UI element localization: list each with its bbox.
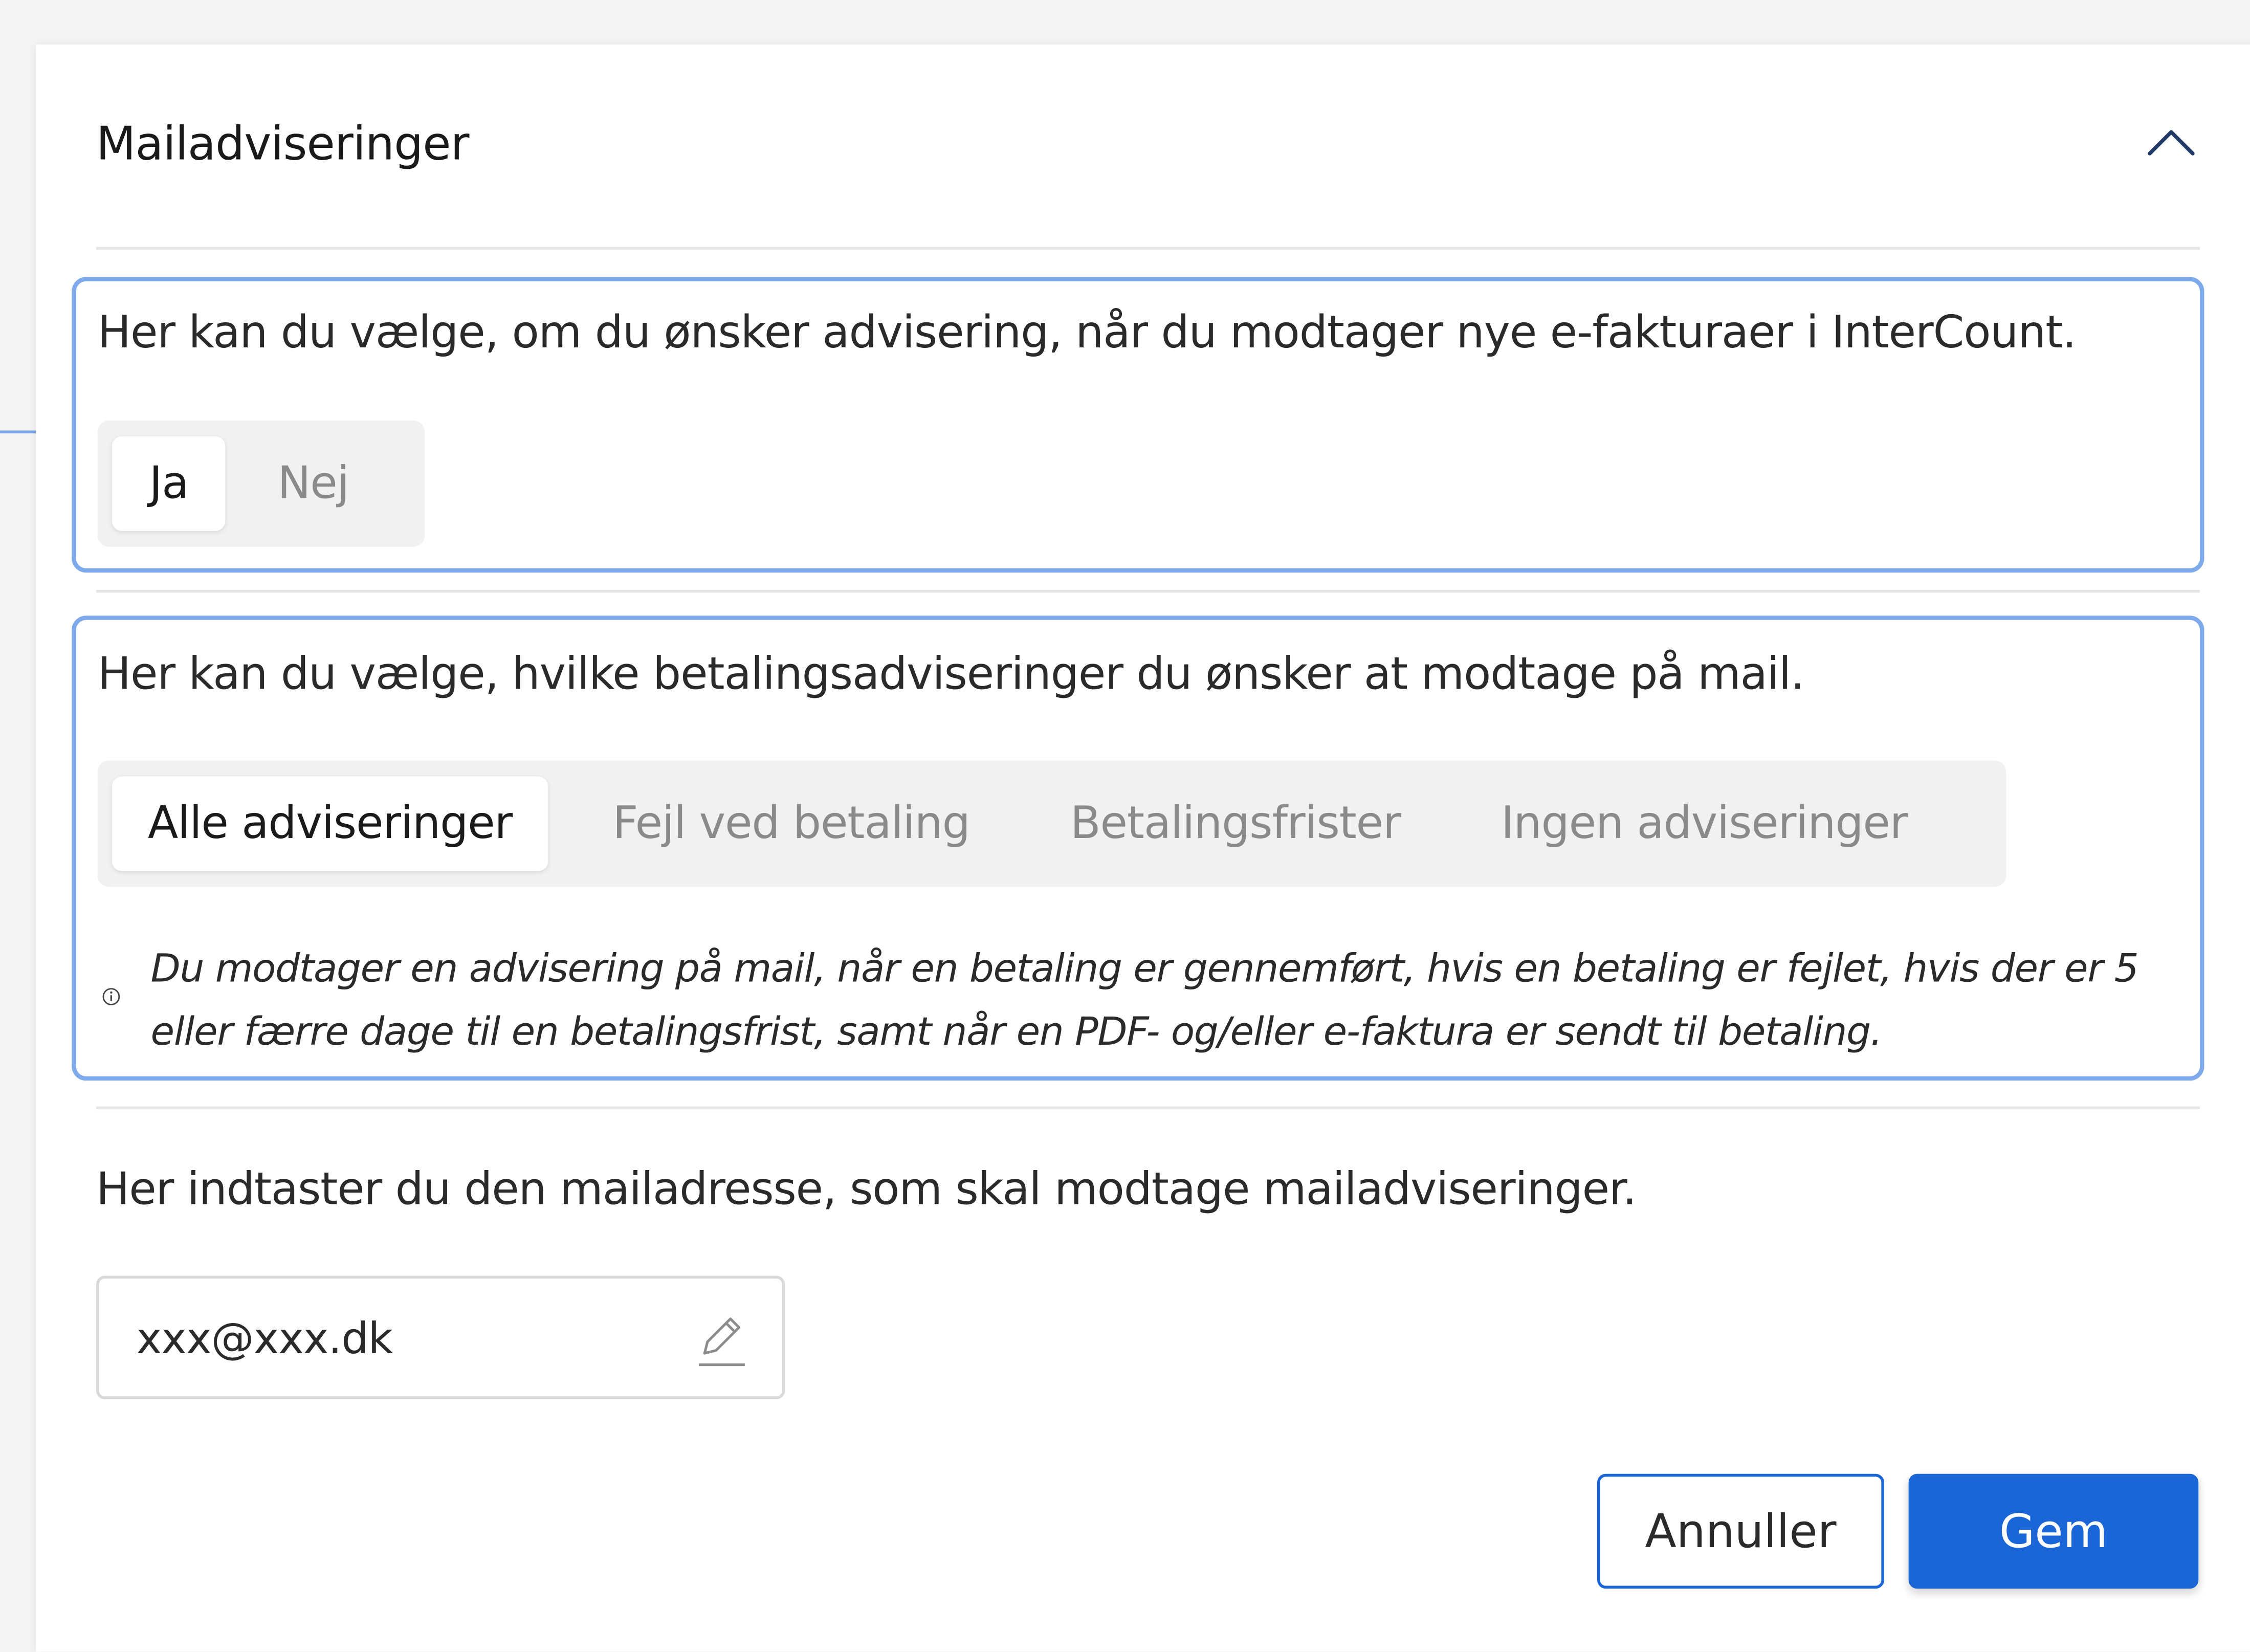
option-ingen-adviseringer[interactable]: Ingen adviseringer (1465, 777, 1944, 871)
payment-notification-note: Du modtager en advisering på mail, når e… (150, 947, 2139, 1055)
divider (96, 589, 2200, 593)
option-alle-adviseringer[interactable]: Alle adviseringer (112, 776, 548, 871)
payment-notification-selector: Alle adviseringer Fejl ved betaling Beta… (97, 760, 2006, 887)
email-input[interactable] (133, 1298, 656, 1379)
info-icon (102, 988, 120, 1005)
email-description: Her indtaster du den mailadresse, som sk… (96, 1163, 1637, 1216)
invoice-notification-description: Her kan du vælge, om du ønsker adviserin… (97, 307, 2077, 359)
divider (96, 1106, 2200, 1110)
invoice-notification-section: Her kan du vælge, om du ønsker adviserin… (72, 277, 2204, 573)
option-betalingsfrister[interactable]: Betalingsfrister (1034, 777, 1437, 871)
invoice-notification-toggle: Ja Nej (97, 420, 425, 547)
option-nej[interactable]: Nej (226, 436, 400, 531)
mail-notifications-panel: Mailadviseringer Her kan du vælge, om du… (36, 44, 2250, 1652)
chevron-up-icon[interactable] (2145, 125, 2197, 159)
payment-notification-section: Her kan du vælge, hvilke betalingsadvise… (72, 615, 2204, 1081)
email-field[interactable] (96, 1275, 785, 1399)
option-fejl-ved-betaling[interactable]: Fejl ved betaling (577, 777, 1005, 871)
panel-header[interactable]: Mailadviseringer (96, 45, 2200, 250)
save-button[interactable]: Gem (1908, 1473, 2199, 1589)
panel-title: Mailadviseringer (96, 116, 470, 171)
option-ja[interactable]: Ja (112, 436, 226, 531)
cancel-button[interactable]: Annuller (1597, 1473, 1884, 1589)
payment-notification-description: Her kan du vælge, hvilke betalingsadvise… (97, 648, 1805, 700)
page: Mailadviseringer Her kan du vælge, om du… (0, 0, 2250, 1652)
pencil-icon[interactable] (693, 1313, 751, 1371)
